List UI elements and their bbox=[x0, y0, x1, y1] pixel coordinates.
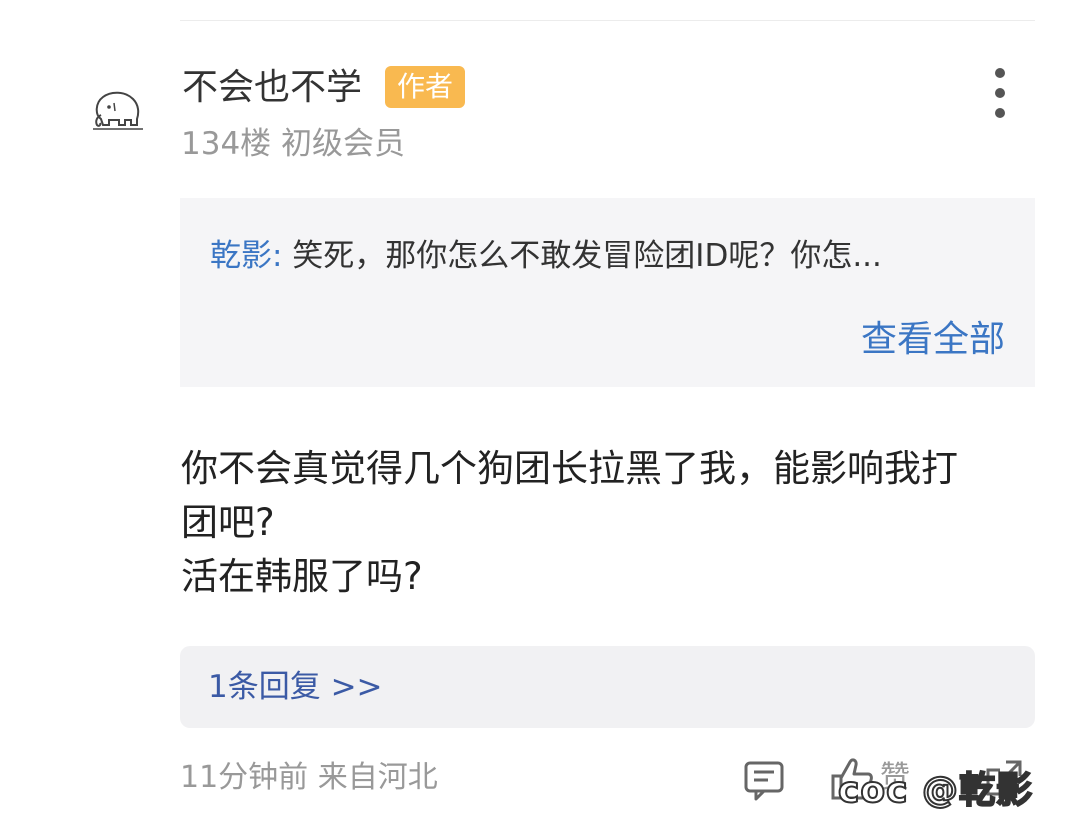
view-all-link[interactable]: 查看全部 bbox=[861, 318, 1005, 362]
elephant-sketch-icon bbox=[93, 91, 143, 130]
quote-author[interactable]: 乾影: bbox=[210, 238, 282, 274]
more-dot bbox=[995, 68, 1005, 78]
comment-icon[interactable] bbox=[742, 758, 786, 802]
replies-label: 1条回复 >> bbox=[208, 669, 383, 705]
comment-body: 你不会真觉得几个狗团长拉黑了我，能影响我打 团吧? 活在韩服了吗? bbox=[181, 442, 1041, 604]
comment-page: 不会也不学 作者 134楼 初级会员 乾影: 笑死，那你怎么不敢发冒险团ID呢？… bbox=[0, 0, 1080, 833]
quoted-comment[interactable]: 乾影: 笑死，那你怎么不敢发冒险团ID呢？你怎... 查看全部 bbox=[180, 198, 1035, 387]
post-meta: 11分钟前 来自河北 bbox=[180, 760, 438, 795]
quote-text: 乾影: 笑死，那你怎么不敢发冒险团ID呢？你怎... bbox=[210, 236, 882, 276]
top-divider bbox=[180, 20, 1035, 21]
watermark: coc @乾影 bbox=[837, 769, 1033, 812]
quote-body: 笑死，那你怎么不敢发冒险团ID呢？你怎... bbox=[282, 238, 882, 274]
author-badge: 作者 bbox=[385, 66, 466, 108]
username[interactable]: 不会也不学 bbox=[182, 66, 362, 110]
avatar[interactable] bbox=[82, 60, 152, 160]
more-dot bbox=[995, 108, 1005, 118]
more-dot bbox=[995, 88, 1005, 98]
floor-info: 134楼 初级会员 bbox=[181, 126, 406, 162]
comment-line: 活在韩服了吗? bbox=[181, 555, 423, 598]
comment-line: 你不会真觉得几个狗团长拉黑了我，能影响我打 bbox=[181, 447, 958, 490]
replies-button[interactable]: 1条回复 >> bbox=[180, 646, 1035, 728]
more-vertical-icon[interactable] bbox=[982, 68, 1018, 118]
comment-line: 团吧? bbox=[181, 501, 275, 544]
